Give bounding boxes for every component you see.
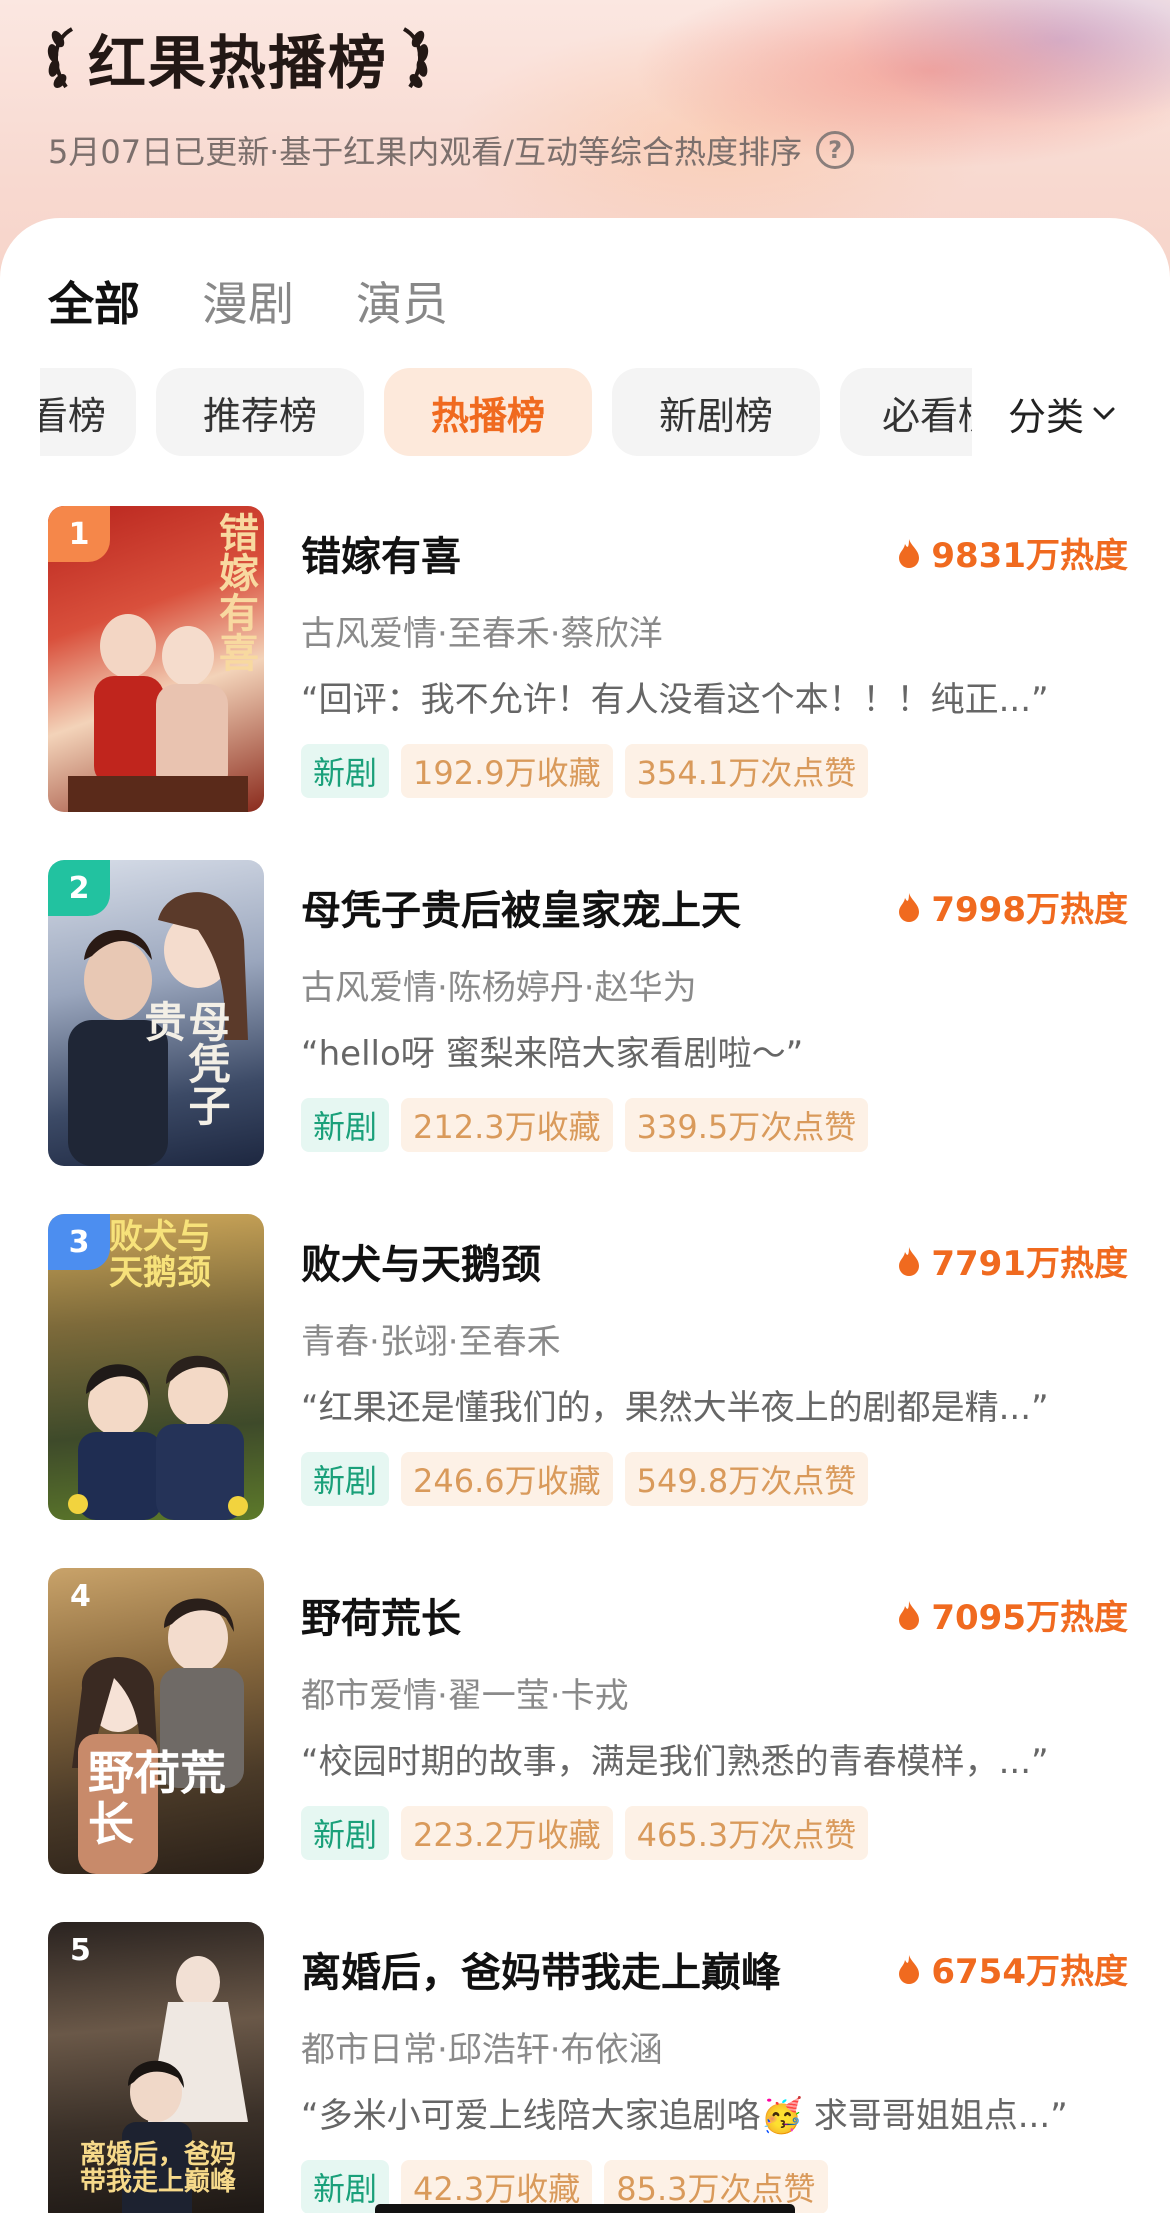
list-item[interactable]: 母凭子贵 2 母凭子贵后被皇家宠上天 7998万热度 古风爱情·陈杨婷丹·赵华为… — [48, 860, 1128, 1166]
drama-meta: 青春·张翊·至春禾 — [301, 1322, 561, 1362]
flame-icon — [899, 1600, 920, 1630]
poster-title-text: 错嫁有喜 — [212, 512, 259, 672]
rank-tab-new[interactable]: 新剧榜 — [612, 368, 820, 456]
comment-quote: “校园时期的故事，满是我们熟悉的青春模样，...” — [301, 1742, 1049, 1782]
comment-quote: “红果还是懂我们的，果然大半夜上的剧都是精...” — [301, 1388, 1049, 1428]
favorites-count: 246.6万收藏 — [401, 1452, 613, 1506]
poster-image[interactable]: 母凭子贵 2 — [48, 860, 264, 1166]
heat-value: 7791万热度 — [931, 1244, 1128, 1284]
poster-title-text: 野荷荒长 — [88, 1746, 226, 1851]
new-drama-tag: 新剧 — [301, 1098, 390, 1152]
list-item[interactable]: 败犬与天鹅颈 3 败犬与天鹅颈 7791万热度 青春·张翊·至春禾 “红果还是懂… — [48, 1214, 1128, 1520]
heat-score: 6754万热度 — [897, 1944, 1128, 1993]
drama-title[interactable]: 野荷荒长 — [301, 1586, 461, 1644]
laurel-right-icon — [402, 27, 429, 89]
tag-row: 新剧 212.3万收藏 339.5万次点赞 — [301, 1098, 869, 1152]
poster-title-text: 败犬与天鹅颈 — [109, 1217, 211, 1293]
new-drama-tag: 新剧 — [301, 1806, 390, 1860]
flame-icon — [899, 1954, 920, 1984]
main-tabs: 全部 漫剧 演员 — [48, 268, 510, 334]
tag-row: 新剧 223.2万收藏 465.3万次点赞 — [301, 1806, 869, 1860]
heat-value: 7998万热度 — [931, 890, 1128, 930]
comment-quote: “多米小可爱上线陪大家追剧咯🥳 求哥哥姐姐点...” — [301, 2096, 1068, 2136]
rank-tab-must-watch-2[interactable]: 必看榜 — [840, 368, 972, 456]
likes-count: 354.1万次点赞 — [624, 744, 869, 798]
tab-all[interactable]: 全部 — [48, 268, 140, 334]
rank-tabs-scroller[interactable]: 必看榜 推荐榜 热播榜 新剧榜 必看榜 — [40, 368, 972, 458]
category-filter-button[interactable]: 分类 — [1008, 383, 1116, 443]
likes-count: 549.8万次点赞 — [624, 1452, 869, 1506]
favorites-count: 223.2万收藏 — [401, 1806, 613, 1860]
drama-meta: 古风爱情·至春禾·蔡欣洋 — [301, 614, 663, 654]
heat-score: 7791万热度 — [897, 1236, 1128, 1285]
chevron-down-icon — [1093, 407, 1115, 420]
comment-quote: “hello呀 蜜梨来陪大家看剧啦～” — [301, 1034, 804, 1074]
poster-image[interactable]: 离婚后，爸妈带我走上巅峰 5 — [48, 1922, 264, 2213]
new-drama-tag: 新剧 — [301, 1452, 390, 1506]
rank-badge: 2 — [48, 860, 110, 916]
rank-badge: 3 — [48, 1214, 110, 1270]
heat-value: 6754万热度 — [931, 1952, 1128, 1992]
laurel-left-icon — [47, 27, 74, 89]
heat-value: 9831万热度 — [931, 536, 1128, 576]
tab-actors[interactable]: 演员 — [356, 268, 448, 334]
category-label: 分类 — [1008, 394, 1085, 439]
comment-quote: “回评：我不允许！有人没看这个本！！！纯正...” — [301, 680, 1049, 720]
page-title: 红果热播榜 — [88, 29, 389, 97]
flame-icon — [899, 892, 920, 922]
poster-image[interactable]: 败犬与天鹅颈 3 — [48, 1214, 264, 1520]
drama-title[interactable]: 母凭子贵后被皇家宠上天 — [301, 878, 741, 936]
tab-comic-drama[interactable]: 漫剧 — [202, 268, 294, 334]
new-drama-tag: 新剧 — [301, 744, 390, 798]
poster-title-text: 离婚后，爸妈带我走上巅峰 — [79, 2140, 236, 2198]
poster-image[interactable]: 错嫁有喜 1 — [48, 506, 264, 812]
heat-score: 7095万热度 — [897, 1590, 1128, 1639]
rank-tab-recommended[interactable]: 推荐榜 — [156, 368, 364, 456]
likes-count: 465.3万次点赞 — [624, 1806, 869, 1860]
tag-row: 新剧 246.6万收藏 549.8万次点赞 — [301, 1452, 869, 1506]
update-info-text: 5月07日已更新·基于红果内观看/互动等综合热度排序 — [48, 133, 803, 171]
drama-meta: 都市爱情·翟一莹·卡戎 — [301, 1676, 629, 1716]
favorites-count: 192.9万收藏 — [401, 744, 613, 798]
question-circle-icon[interactable]: ? — [816, 131, 855, 169]
heat-score: 7998万热度 — [897, 882, 1128, 931]
tag-row: 新剧 192.9万收藏 354.1万次点赞 — [301, 744, 869, 798]
list-item[interactable]: 离婚后，爸妈带我走上巅峰 5 离婚后，爸妈带我走上巅峰 6754万热度 都市日常… — [48, 1922, 1128, 2213]
drama-title[interactable]: 败犬与天鹅颈 — [301, 1232, 541, 1290]
drama-title[interactable]: 错嫁有喜 — [301, 524, 461, 582]
heat-score: 9831万热度 — [897, 528, 1128, 577]
drama-title[interactable]: 离婚后，爸妈带我走上巅峰 — [301, 1940, 781, 1998]
flame-icon — [899, 1246, 920, 1276]
poster-title-text: 母凭子贵 — [137, 1000, 231, 1126]
drama-meta: 都市日常·邱浩轩·布依涵 — [301, 2030, 663, 2070]
drama-meta: 古风爱情·陈杨婷丹·赵华为 — [301, 968, 697, 1008]
favorites-count: 212.3万收藏 — [401, 1098, 613, 1152]
title-row: 红果热播榜 — [44, 18, 432, 98]
flame-icon — [899, 538, 920, 568]
rank-tab-must-watch[interactable]: 必看榜 — [40, 368, 136, 456]
rank-badge: 4 — [70, 1578, 91, 1614]
rank-badge: 5 — [70, 1932, 91, 1968]
heat-value: 7095万热度 — [931, 1598, 1128, 1638]
list-item[interactable]: 错嫁有喜 1 错嫁有喜 9831万热度 古风爱情·至春禾·蔡欣洋 “回评：我不允… — [48, 506, 1128, 812]
subtitle-row: 5月07日已更新·基于红果内观看/互动等综合热度排序 ? — [48, 128, 855, 172]
list-item[interactable]: 野荷荒长 4 野荷荒长 7095万热度 都市爱情·翟一莹·卡戎 “校园时期的故事… — [48, 1568, 1128, 1874]
rank-badge: 1 — [48, 506, 110, 562]
poster-image[interactable]: 野荷荒长 4 — [48, 1568, 264, 1874]
rank-tab-hot[interactable]: 热播榜 — [384, 368, 592, 456]
likes-count: 339.5万次点赞 — [624, 1098, 869, 1152]
home-indicator[interactable] — [375, 2204, 795, 2213]
